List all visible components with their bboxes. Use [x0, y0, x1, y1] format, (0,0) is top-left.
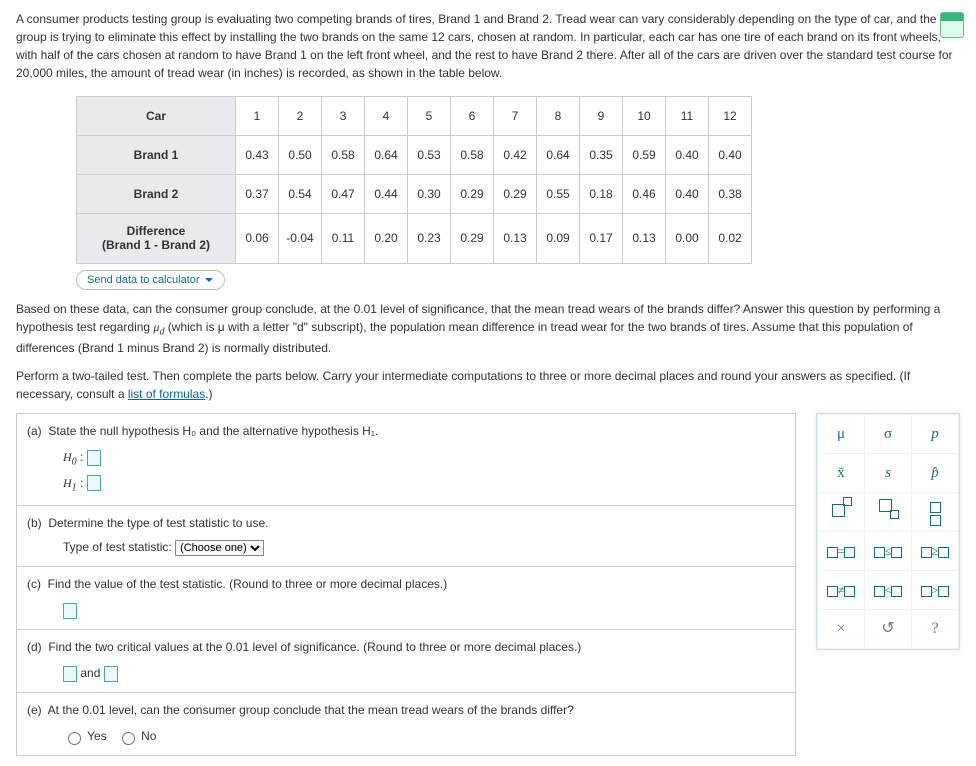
- clear-button[interactable]: ×: [818, 610, 865, 649]
- symbol-ge[interactable]: ≥: [912, 532, 959, 571]
- chevron-down-icon: [204, 275, 214, 285]
- row-header-car: Car: [77, 97, 236, 136]
- yes-label: Yes: [87, 729, 107, 743]
- symbol-superscript[interactable]: [818, 493, 865, 532]
- symbol-mu[interactable]: μ: [818, 415, 865, 454]
- part-a-text: State the null hypothesis H₀ and the alt…: [48, 424, 378, 438]
- h0-label: H0: [63, 450, 77, 464]
- symbol-xbar[interactable]: x̄: [818, 454, 865, 493]
- symbol-fraction[interactable]: [912, 493, 959, 532]
- part-d-text: Find the two critical values at the 0.01…: [48, 640, 581, 654]
- symbol-eq[interactable]: =: [818, 532, 865, 571]
- calculator-icon[interactable]: [940, 12, 964, 38]
- question-paragraph-2: Perform a two-tailed test. Then complete…: [16, 367, 960, 403]
- symbol-phat[interactable]: p̂: [912, 454, 959, 493]
- symbol-subscript[interactable]: [865, 493, 912, 532]
- row-header-brand1: Brand 1: [77, 136, 236, 175]
- part-d: (d) Find the two critical values at the …: [17, 629, 796, 692]
- row-header-brand2: Brand 2: [77, 175, 236, 214]
- test-stat-label: Type of test statistic:: [63, 540, 172, 554]
- h1-input[interactable]: [87, 475, 101, 491]
- symbol-le[interactable]: ≤: [865, 532, 912, 571]
- part-e: (e) At the 0.01 level, can the consumer …: [17, 692, 796, 755]
- part-c: (c) Find the value of the test statistic…: [17, 566, 796, 629]
- table-row: Brand 2 0.370.540.470.440.300.290.290.55…: [77, 175, 752, 214]
- and-label: and: [80, 666, 100, 680]
- problem-intro: A consumer products testing group is eva…: [16, 10, 960, 82]
- symbol-s[interactable]: s: [865, 454, 912, 493]
- part-a: (a) State the null hypothesis H₀ and the…: [17, 414, 796, 506]
- symbol-gt[interactable]: >: [912, 571, 959, 610]
- part-c-text: Find the value of the test statistic. (R…: [48, 577, 448, 591]
- yes-radio[interactable]: [68, 732, 81, 745]
- h1-label: H1: [63, 476, 77, 490]
- data-table: Car 1 2 3 4 5 6 7 8 9 10 11 12 Brand 1 0…: [76, 96, 752, 264]
- symbol-lt[interactable]: <: [865, 571, 912, 610]
- h0-input[interactable]: [87, 450, 101, 466]
- formulas-link[interactable]: list of formulas: [128, 387, 205, 401]
- part-b: (b) Determine the type of test statistic…: [17, 505, 796, 566]
- table-row: Brand 1 0.430.500.580.640.530.580.420.64…: [77, 136, 752, 175]
- symbol-toolbox: μ σ p x̄ s p̂ = ≤ ≥ ≠ < > × ↺ ?: [816, 413, 960, 650]
- reset-button[interactable]: ↺: [865, 610, 912, 649]
- no-label: No: [141, 729, 156, 743]
- part-e-text: At the 0.01 level, can the consumer grou…: [48, 703, 574, 717]
- row-header-diff: Difference(Brand 1 - Brand 2): [77, 214, 236, 264]
- critical-value-2-input[interactable]: [104, 666, 118, 682]
- critical-value-1-input[interactable]: [63, 666, 77, 682]
- symbol-ne[interactable]: ≠: [818, 571, 865, 610]
- header-row: Car 1 2 3 4 5 6 7 8 9 10 11 12: [77, 97, 752, 136]
- help-button[interactable]: ?: [912, 610, 959, 649]
- test-statistic-input[interactable]: [63, 603, 77, 619]
- no-radio[interactable]: [122, 732, 135, 745]
- part-b-text: Determine the type of test statistic to …: [48, 516, 268, 530]
- symbol-p[interactable]: p: [912, 415, 959, 454]
- send-data-button[interactable]: Send data to calculator: [76, 270, 225, 290]
- symbol-sigma[interactable]: σ: [865, 415, 912, 454]
- test-statistic-select[interactable]: (Choose one): [175, 540, 264, 556]
- send-data-label: Send data to calculator: [87, 274, 200, 286]
- table-row: Difference(Brand 1 - Brand 2) 0.06-0.040…: [77, 214, 752, 264]
- parts-table: (a) State the null hypothesis H₀ and the…: [16, 413, 796, 756]
- question-paragraph-1: Based on these data, can the consumer gr…: [16, 300, 960, 357]
